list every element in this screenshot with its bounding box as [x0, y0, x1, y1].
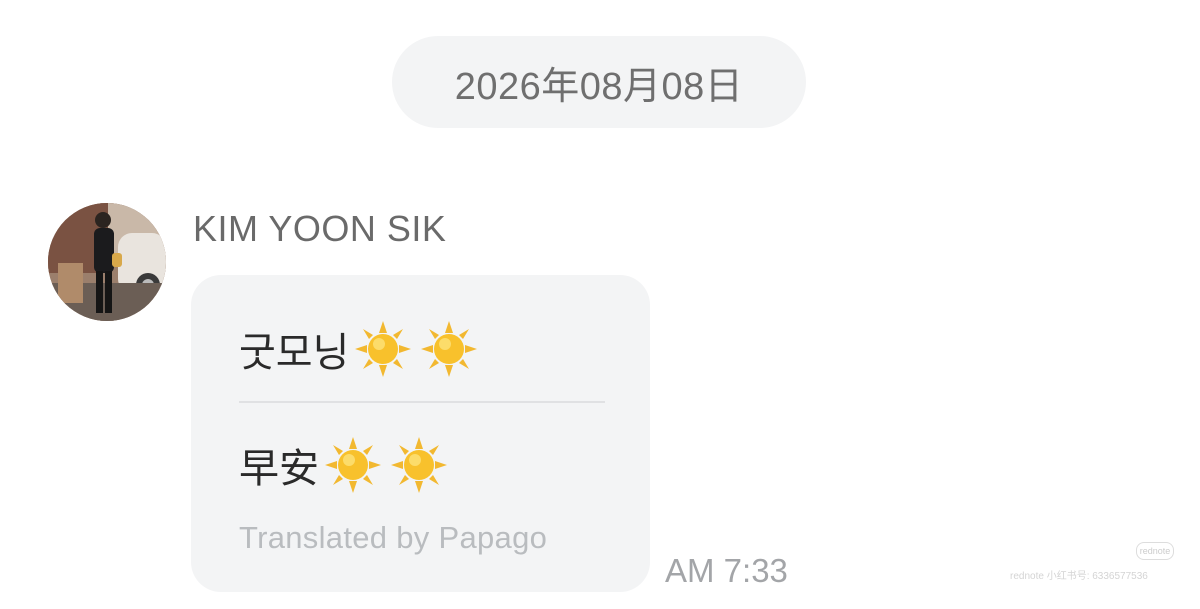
message-timestamp: AM 7:33 [665, 552, 788, 589]
sun-emoji-icon [325, 437, 381, 493]
original-message-text: 굿모닝 [239, 331, 350, 375]
date-separator: 2026年08月08日 [392, 36, 806, 128]
watermark-text: rednote 小红书号: 6336577536 [1010, 571, 1148, 582]
sun-emoji-icon [421, 321, 478, 377]
translation-credit: Translated by Papago [239, 520, 548, 555]
translation-divider [239, 401, 605, 403]
sun-emoji-icon [391, 437, 447, 493]
translated-message-text: 早安 [239, 447, 319, 491]
message-bubble[interactable]: 굿모닝 早安 Translated by Papago [191, 275, 650, 592]
sender-name[interactable]: KIM YOON SIK [193, 208, 446, 250]
original-message: 굿모닝 [239, 319, 479, 379]
avatar-photo [48, 203, 166, 321]
date-separator-label: 2026年08月08日 [454, 65, 744, 108]
sun-emoji-icon [355, 321, 412, 377]
watermark-logo-icon: rednote [1136, 542, 1174, 560]
chat-screen: 2026年08月08日 KIM YOON SIK 굿모닝 早安 Translat… [0, 0, 1200, 609]
translated-message: 早安 [239, 435, 449, 495]
avatar[interactable] [48, 203, 166, 321]
watermark-logo-label: rednote [1139, 546, 1171, 556]
